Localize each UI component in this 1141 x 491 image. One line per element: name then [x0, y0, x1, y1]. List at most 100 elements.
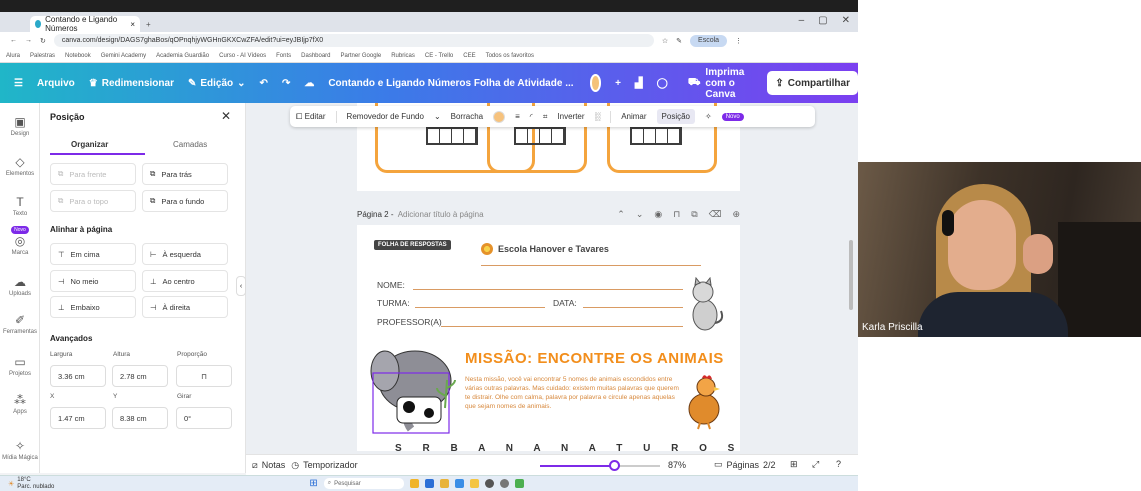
rail-item-text[interactable]: T Texto — [0, 195, 40, 217]
insights-icon[interactable]: ▟ — [635, 78, 643, 89]
avatar[interactable] — [589, 74, 602, 92]
undo-icon[interactable]: ↶ — [260, 78, 268, 89]
bring-to-front-button[interactable]: ⧉ Para o topo — [50, 190, 136, 212]
weather-widget[interactable]: 18°C Parc. nublado — [17, 477, 54, 491]
reload-icon[interactable]: ↻ — [40, 37, 46, 45]
add-page-icon[interactable]: ⊕ — [732, 209, 740, 220]
pages-button[interactable]: ▭ Páginas — [714, 459, 759, 470]
bookmark-item[interactable]: CE - Trello — [425, 53, 453, 59]
y-field[interactable]: 8.38 cm — [112, 407, 168, 429]
chevron-down-icon[interactable]: ⌄ — [636, 209, 644, 220]
lock-ratio-button[interactable]: ⊓ — [176, 365, 232, 387]
new-tab-icon[interactable]: + — [146, 16, 151, 32]
corner-icon[interactable]: ◜ — [530, 112, 533, 121]
cloud-save-icon[interactable]: ☁ — [304, 78, 314, 89]
rail-item-apps[interactable]: ⁂ Apps — [0, 393, 40, 415]
back-icon[interactable]: ← — [10, 37, 17, 44]
tab-close-icon[interactable]: × — [130, 20, 135, 29]
grid-view-icon[interactable]: ⊞ — [790, 459, 798, 470]
rail-item-tools[interactable]: ✐ Ferramentas — [0, 313, 40, 335]
color-swatch[interactable] — [493, 110, 506, 123]
page-2-canvas[interactable]: FOLHA DE RESPOSTAS Escola Hanover e Tava… — [357, 225, 740, 451]
rail-item-elements[interactable]: ◇ Elementos — [0, 155, 40, 177]
bookmark-item[interactable]: Fonts — [276, 53, 291, 59]
zoom-slider[interactable] — [540, 460, 660, 471]
lock-icon[interactable]: ⊓ — [673, 209, 680, 220]
bookmark-item[interactable]: Academia Guardião — [156, 53, 209, 59]
task-view-icon[interactable] — [424, 479, 434, 488]
window-close-icon[interactable]: ✕ — [842, 15, 850, 26]
page-title-input[interactable]: Adicionar título à página — [398, 210, 484, 219]
bookmark-item[interactable]: CEE — [463, 53, 475, 59]
send-to-back-button[interactable]: ⧉ Para o fundo — [142, 190, 228, 212]
app-circle-icon[interactable] — [484, 479, 494, 488]
trash-icon[interactable]: ⌫ — [709, 209, 722, 220]
chevron-up-icon[interactable]: ⌃ — [617, 209, 625, 220]
height-field[interactable]: 2.78 cm — [112, 365, 168, 387]
extensions-icon[interactable]: ✎ — [676, 37, 682, 45]
timer-button[interactable]: ◷ Temporizador — [291, 460, 357, 471]
vertical-scrollbar[interactable] — [849, 240, 853, 310]
comments-icon[interactable]: ◯ — [657, 78, 668, 89]
rail-item-brand[interactable]: Novo ◎ Marca — [0, 226, 40, 256]
forward-icon[interactable]: → — [25, 37, 32, 44]
redo-icon[interactable]: ↷ — [282, 78, 290, 89]
width-field[interactable]: 3.36 cm — [50, 365, 106, 387]
send-backward-button[interactable]: ⧉ Para trás — [142, 163, 228, 185]
bg-remover-button[interactable]: Removedor de Fundo — [347, 112, 424, 121]
collapse-panel-button[interactable]: ‹ — [236, 276, 246, 296]
zoom-slider-knob[interactable] — [609, 460, 621, 471]
bring-forward-button[interactable]: ⧉ Para frente — [50, 163, 136, 185]
align-middle-button[interactable]: ⊣ No meio — [50, 270, 136, 292]
rail-item-design[interactable]: ▣ Design — [0, 115, 40, 137]
share-button[interactable]: ⇪ Compartilhar — [767, 71, 858, 95]
zoom-level[interactable]: 87% — [668, 460, 686, 470]
file-explorer-icon[interactable] — [439, 479, 449, 488]
animate-button[interactable]: Animar — [621, 112, 646, 121]
folder-icon[interactable] — [469, 479, 479, 488]
align-center-button[interactable]: ⊥ Ao centro — [142, 270, 228, 292]
help-icon[interactable]: ? — [836, 459, 841, 469]
rail-item-uploads[interactable]: ☁ Uploads — [0, 275, 40, 297]
bookmark-item[interactable]: Dashboard — [301, 53, 330, 59]
align-top-button[interactable]: ⊤ Em cima — [50, 243, 136, 265]
document-title[interactable]: Contando e Ligando Números Folha de Ativ… — [328, 78, 573, 89]
tab-organize[interactable]: Organizar — [71, 140, 108, 149]
lines-icon[interactable]: ≡ — [515, 112, 520, 121]
maximize-icon[interactable]: ▢ — [818, 15, 827, 26]
transparency-icon[interactable]: ░ — [595, 112, 601, 121]
chrome-icon[interactable] — [514, 479, 524, 488]
app-circle-icon-2[interactable] — [499, 479, 509, 488]
x-field[interactable]: 1.47 cm — [50, 407, 106, 429]
fullscreen-icon[interactable]: ⤢ — [812, 459, 819, 470]
hamburger-menu-icon[interactable]: ☰ — [14, 78, 23, 89]
eraser-button[interactable]: Borracha — [451, 112, 483, 121]
bookmark-item[interactable]: Alura — [6, 53, 20, 59]
minimize-icon[interactable]: – — [799, 15, 805, 26]
edit-image-button[interactable]: ⧠ Editar — [296, 112, 326, 122]
crop-icon[interactable]: ⌗ — [543, 112, 548, 122]
resize-button[interactable]: ♛ Redimensionar — [89, 78, 174, 89]
align-bottom-button[interactable]: ⊥ Embaixo — [50, 296, 136, 318]
duplicate-icon[interactable]: ⧉ — [691, 209, 697, 220]
close-icon[interactable]: ✕ — [221, 109, 231, 123]
edge-icon[interactable] — [454, 479, 464, 488]
flip-button[interactable]: Inverter — [557, 112, 584, 121]
align-right-button[interactable]: ⊣ À direita — [142, 296, 228, 318]
bookmark-item[interactable]: Rubricas — [391, 53, 415, 59]
taskbar-search[interactable]: ⌕ Pesquisar — [323, 478, 404, 489]
bookmark-item[interactable]: Curso - AI Vídeos — [219, 53, 266, 59]
bookmark-item[interactable]: Todos os favoritos — [486, 53, 534, 59]
windows-start-icon[interactable]: ⊞ — [309, 478, 317, 489]
bookmark-item[interactable]: Palestras — [30, 53, 55, 59]
rail-item-projects[interactable]: ▭ Projetos — [0, 355, 40, 377]
url-input[interactable]: canva.com/design/DAGS7ghaBos/qOPnqhjyWGH… — [53, 34, 654, 47]
rotate-field[interactable]: 0° — [176, 407, 232, 429]
tab-layers[interactable]: Camadas — [173, 140, 207, 149]
bookmark-item[interactable]: Notebook — [65, 53, 91, 59]
widgets-icon[interactable] — [409, 479, 419, 488]
chevron-down-icon[interactable]: ⌄ — [434, 112, 441, 121]
position-button[interactable]: Posição — [656, 109, 696, 124]
rail-item-magic-media[interactable]: ✧ Mídia Mágica — [0, 439, 40, 461]
eye-icon[interactable]: ◉ — [654, 209, 662, 220]
